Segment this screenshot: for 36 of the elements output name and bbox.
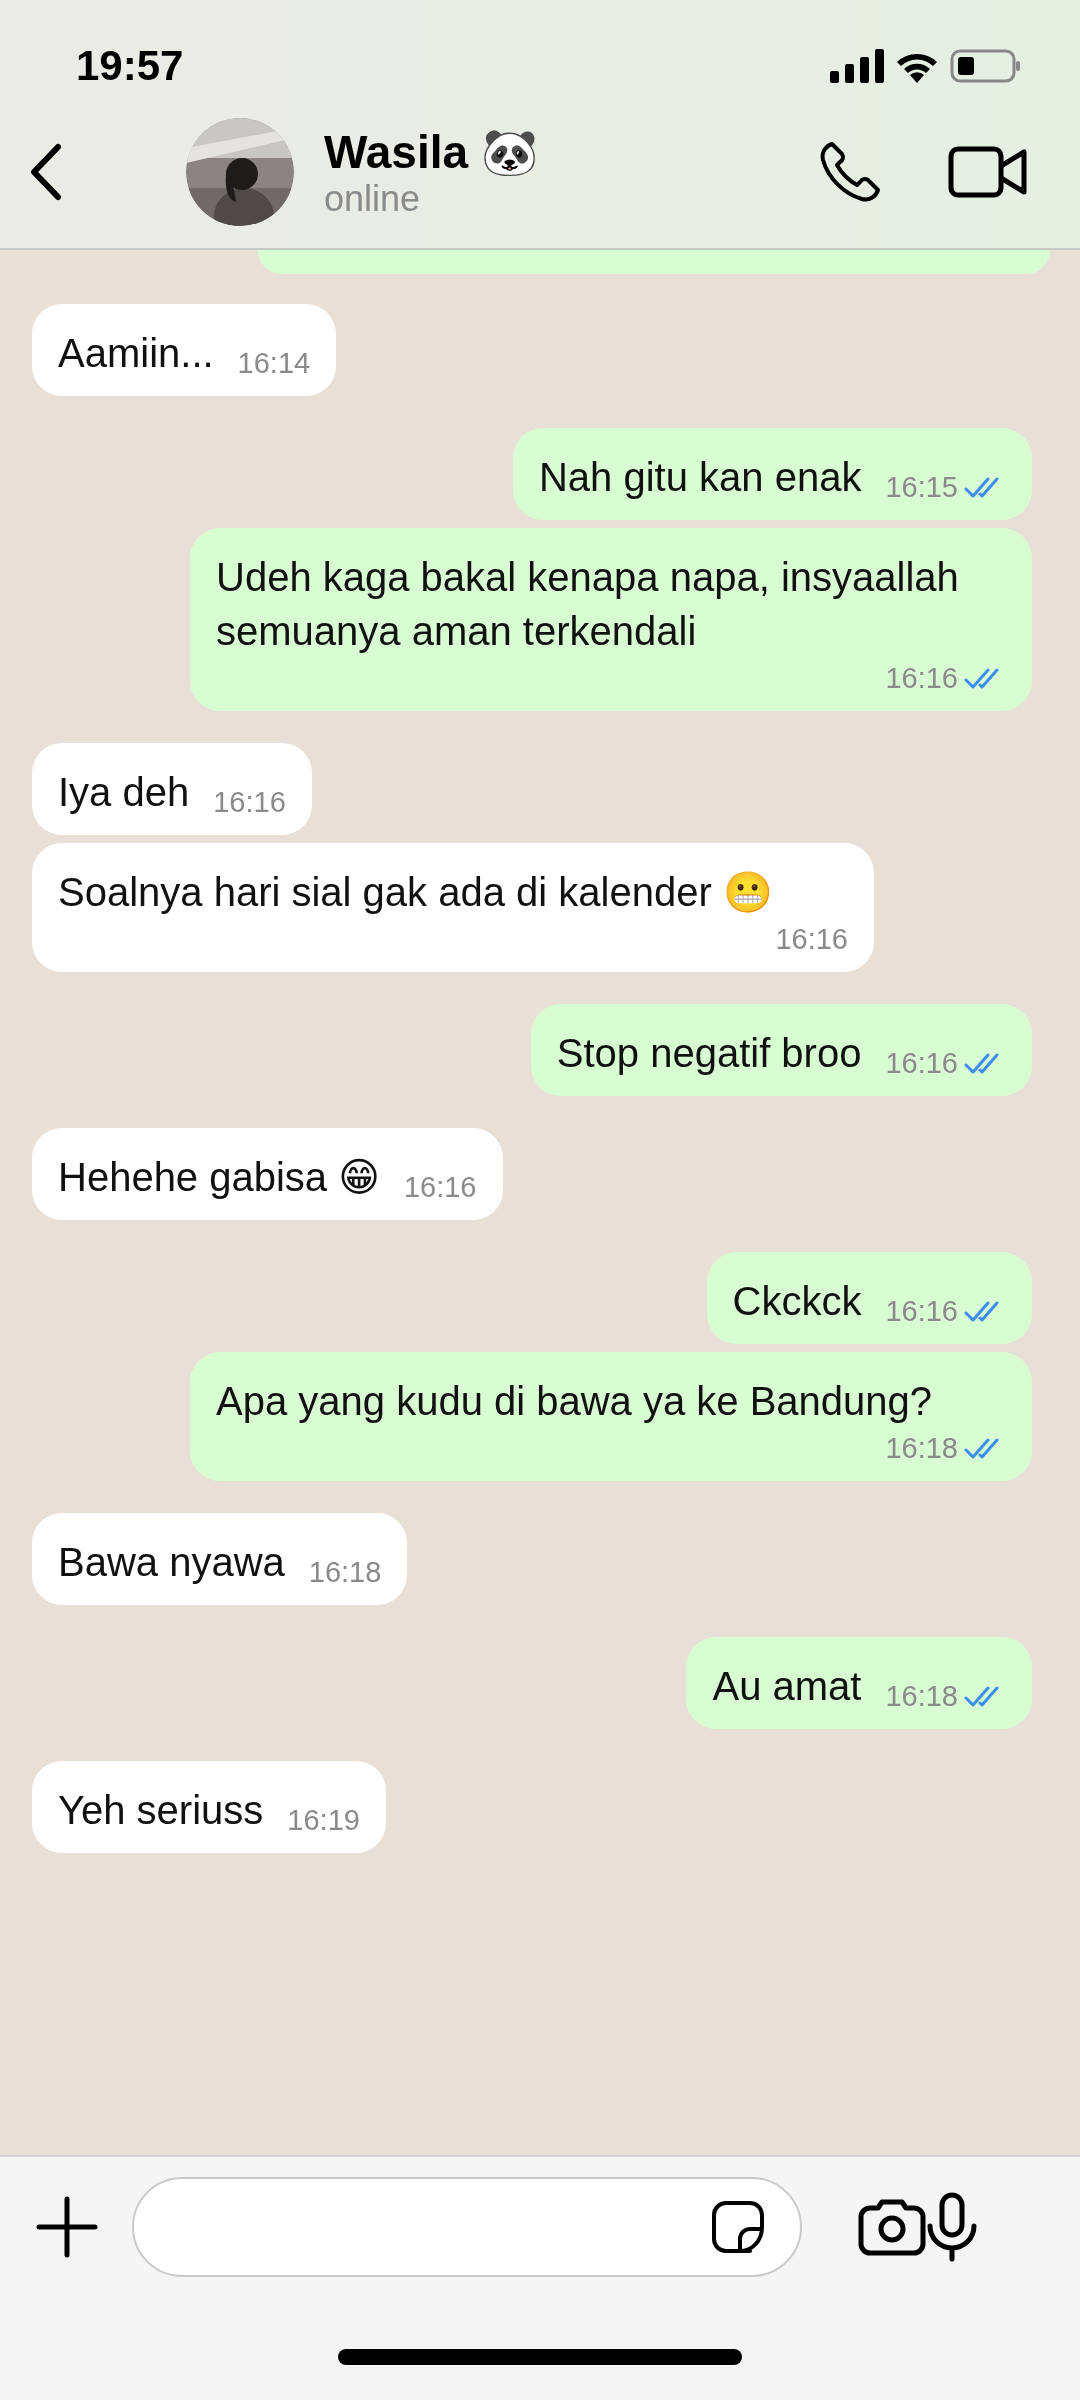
message-text: Bawa nyawa (58, 1539, 285, 1586)
message-text: Nah gitu kan enak (538, 454, 862, 501)
message-text: Yeh seriuss (58, 1787, 264, 1834)
sticker-icon[interactable] (710, 2199, 766, 2255)
message-time: 16:18 (885, 1432, 958, 1465)
message-text: Ckckck (732, 1278, 862, 1325)
contact-status: online (324, 178, 422, 219)
plus-button[interactable] (36, 2196, 98, 2258)
message-time: 16:18 (308, 1556, 382, 1589)
message-time: 16:16 (885, 662, 958, 695)
message-text: Hehehe gabisa 😁 (58, 1154, 380, 1201)
status-time: 19:57 (76, 42, 184, 90)
message-time: 16:19 (287, 1804, 360, 1837)
signal-icon (830, 49, 884, 83)
back-button[interactable] (28, 143, 64, 201)
message-time: 16:16 (213, 786, 286, 819)
message-text: Stop negatif broo (556, 1030, 862, 1077)
video-call-button[interactable] (948, 146, 1028, 198)
contact-name[interactable]: Wasila 🐼 (324, 125, 818, 179)
message-time: 16:16 (775, 923, 848, 956)
message-time: 16:15 (885, 471, 958, 504)
message-time: 16:16 (885, 1295, 958, 1328)
battery-icon (950, 49, 1022, 83)
message-text: Soalnya hari sial gak ada di kalender 😬 (58, 869, 773, 916)
message-text: Apa yang kudu di bawa ya ke Bandung? (216, 1378, 933, 1425)
microphone-button[interactable] (926, 2192, 978, 2262)
message-text: Udeh kaga bakal kenapa napa, insyaallah semuanya aman terkendali (216, 554, 960, 655)
message-text: Au amat (712, 1663, 862, 1710)
message-time: 16:18 (885, 1680, 958, 1713)
message-time: 16:16 (885, 1047, 958, 1080)
message-time: 16:14 (237, 347, 311, 380)
camera-button[interactable] (858, 2198, 926, 2256)
message-time: 16:16 (403, 1171, 477, 1204)
phone-call-button[interactable] (818, 140, 882, 204)
message-text: Aamiin... (58, 330, 214, 377)
message-text: Iya deh (58, 769, 190, 816)
